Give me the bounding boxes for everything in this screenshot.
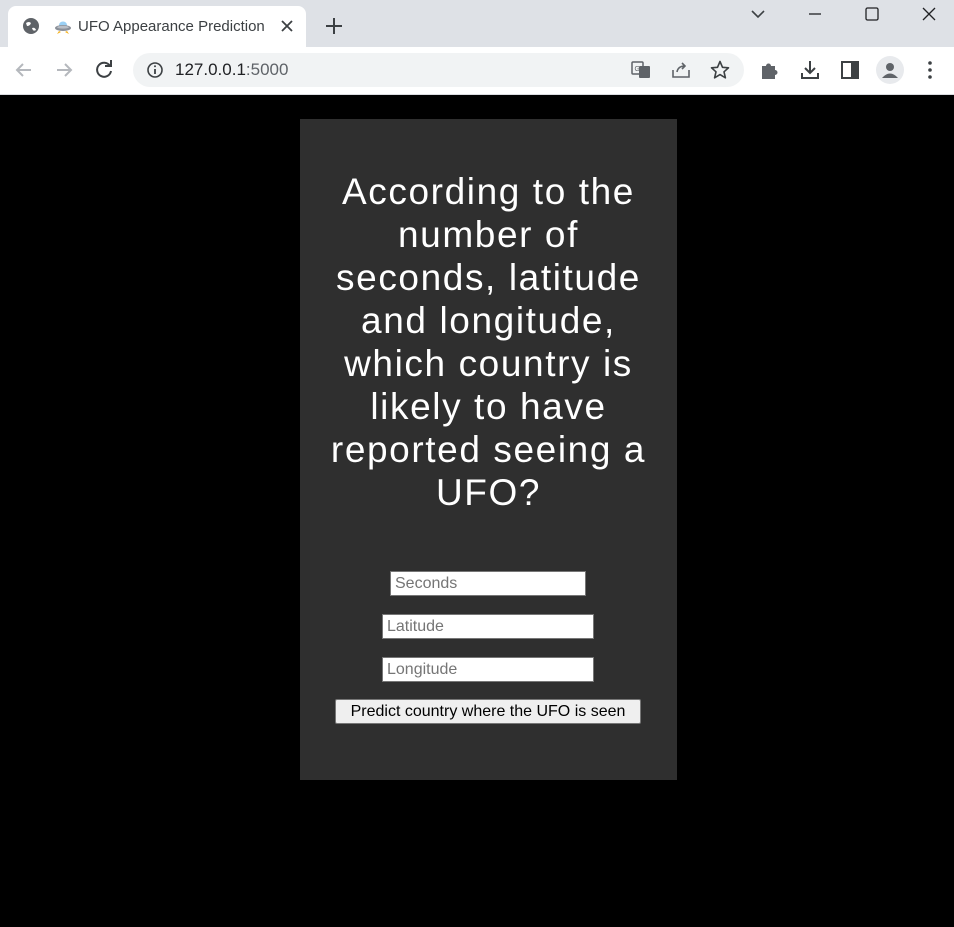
browser-toolbar: 127.0.0.1:5000 G — [0, 47, 954, 95]
download-icon[interactable] — [798, 58, 822, 82]
tab-title: UFO Appearance Prediction — [78, 18, 265, 35]
maximize-icon[interactable] — [860, 2, 884, 26]
translate-icon[interactable]: G — [630, 59, 652, 81]
profile-icon — [882, 63, 898, 78]
plus-icon[interactable] — [322, 14, 346, 38]
globe-icon — [23, 18, 39, 34]
latitude-input[interactable] — [382, 614, 594, 639]
ufo-icon — [55, 21, 71, 34]
puzzle-icon[interactable] — [758, 58, 782, 82]
minimize-icon[interactable] — [803, 2, 827, 26]
back-arrow-icon[interactable] — [12, 58, 36, 82]
kebab-menu-icon[interactable] — [918, 58, 942, 82]
svg-text:G: G — [635, 66, 640, 73]
browser-tab[interactable]: UFO Appearance Prediction — [8, 6, 306, 47]
page-viewport: According to the number of seconds, lati… — [0, 95, 954, 927]
longitude-input[interactable] — [382, 657, 594, 682]
predict-button[interactable]: Predict country where the UFO is seen — [335, 699, 641, 724]
star-icon[interactable] — [709, 59, 731, 81]
url-text[interactable]: 127.0.0.1:5000 — [175, 60, 288, 80]
side-panel-icon[interactable] — [838, 58, 862, 82]
reload-icon[interactable] — [92, 58, 116, 82]
close-icon[interactable] — [278, 17, 296, 35]
chevron-down-icon[interactable] — [746, 2, 770, 26]
page-title: According to the number of seconds, lati… — [330, 171, 647, 513]
tab-strip: UFO Appearance Prediction — [0, 0, 954, 47]
profile-button[interactable] — [876, 56, 904, 84]
url-host: 127.0.0.1 — [175, 60, 246, 79]
forward-arrow-icon[interactable] — [52, 58, 76, 82]
url-port: :5000 — [245, 60, 289, 79]
address-bar[interactable]: 127.0.0.1:5000 G — [133, 53, 744, 87]
seconds-input[interactable] — [390, 571, 586, 596]
info-icon[interactable] — [146, 61, 164, 79]
close-icon[interactable] — [917, 2, 941, 26]
prediction-card: According to the number of seconds, lati… — [300, 119, 677, 780]
share-icon[interactable] — [670, 59, 692, 81]
